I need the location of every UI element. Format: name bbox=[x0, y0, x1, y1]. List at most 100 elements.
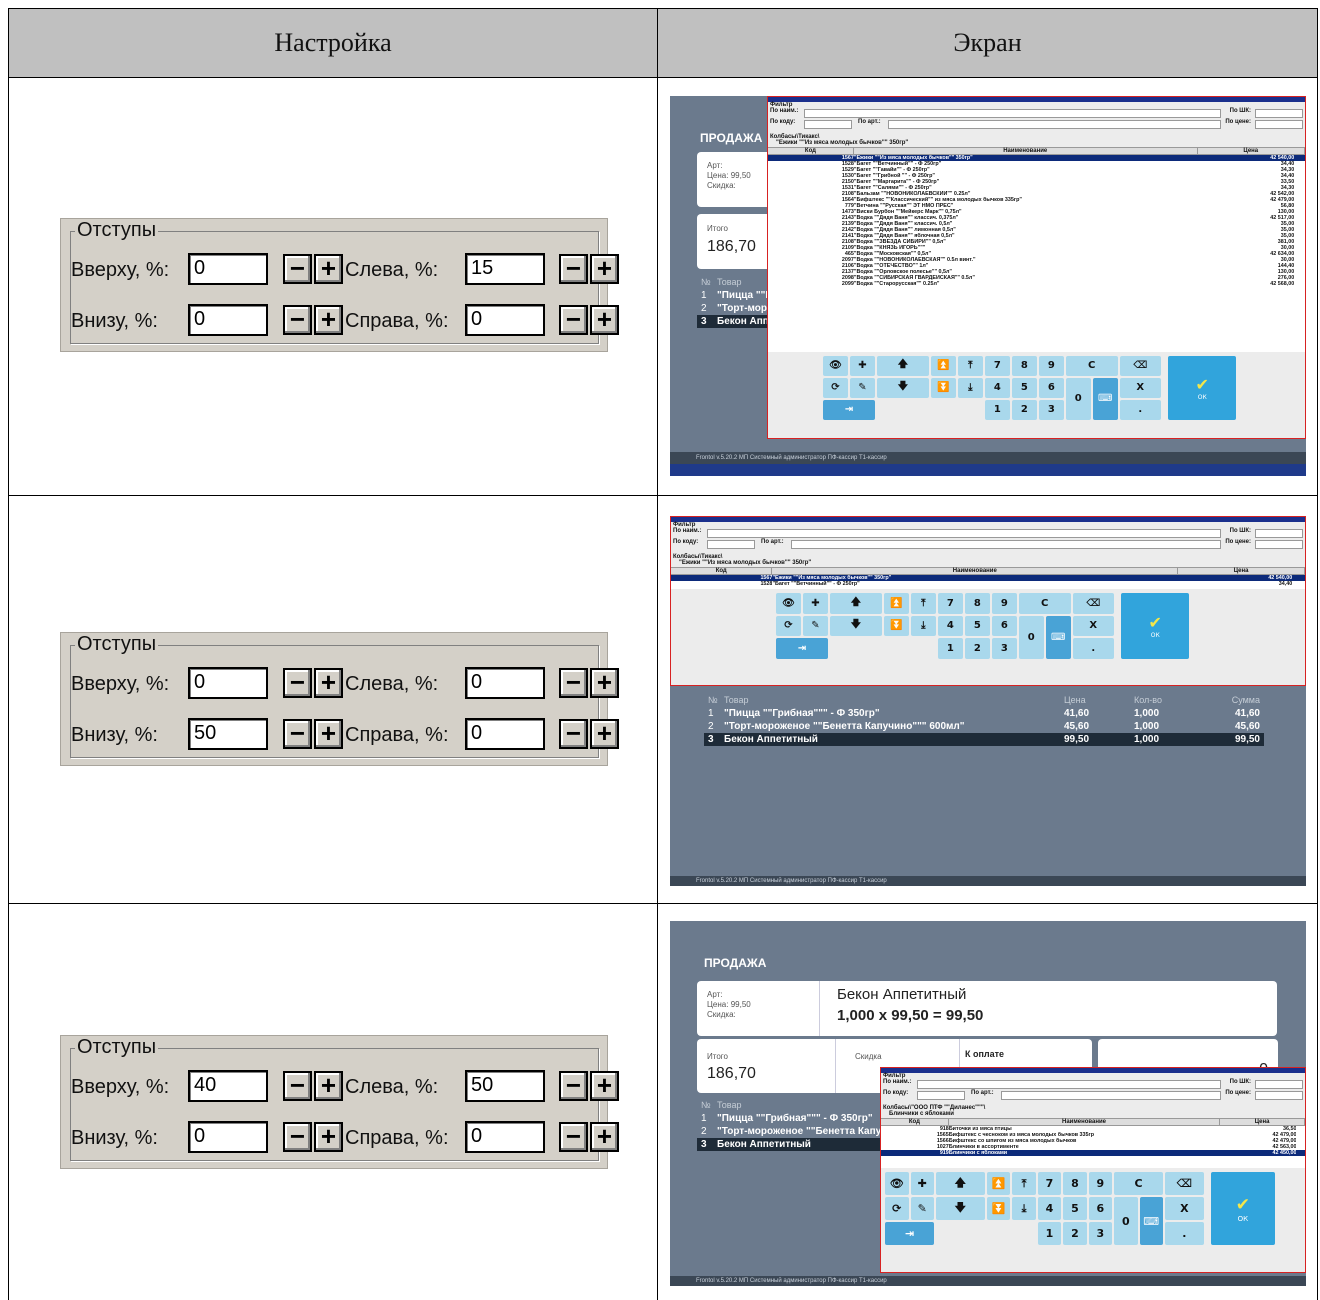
plus-button[interactable]: ✚ bbox=[803, 593, 828, 614]
plus-button[interactable]: ✚ bbox=[910, 1172, 934, 1195]
key-9[interactable]: 9 bbox=[1088, 1172, 1113, 1195]
price-filter-input[interactable] bbox=[1255, 120, 1303, 129]
eye-button[interactable]: 👁 bbox=[776, 593, 801, 614]
name-filter-input[interactable] bbox=[707, 529, 1221, 538]
left-stepper[interactable]: − + bbox=[559, 668, 619, 698]
eye-button[interactable]: 👁 bbox=[823, 356, 848, 376]
plus-button[interactable]: + bbox=[314, 719, 343, 749]
key-1[interactable]: 1 bbox=[937, 638, 963, 659]
plus-button[interactable]: + bbox=[314, 305, 343, 335]
plus-button[interactable]: + bbox=[314, 254, 343, 284]
right-stepper[interactable]: − + bbox=[559, 1122, 619, 1152]
minus-button[interactable]: − bbox=[283, 305, 312, 335]
minus-button[interactable]: − bbox=[559, 1071, 588, 1101]
bottom-input[interactable]: 0 bbox=[188, 304, 268, 336]
ok-button[interactable]: ✔ ОК bbox=[1210, 1172, 1275, 1245]
arrow-up-button[interactable]: 🡅 bbox=[876, 356, 929, 376]
table-row[interactable]: 3 Бекон Аппетитный 99,50 1,000 99,50 bbox=[704, 733, 1264, 746]
table-row[interactable]: 1 "Пицца ""Грибная""" - Ф 350гр" 41,60 1,00… bbox=[704, 707, 1264, 720]
arrow-up-button[interactable]: 🡅 bbox=[935, 1172, 985, 1195]
key-x[interactable]: X bbox=[1072, 615, 1114, 636]
key-x[interactable]: X bbox=[1165, 1197, 1204, 1220]
name-filter-input[interactable] bbox=[804, 109, 1221, 118]
edit-button[interactable]: ✎ bbox=[803, 615, 828, 636]
key-6[interactable]: 6 bbox=[1088, 1197, 1113, 1220]
key-9[interactable]: 9 bbox=[991, 593, 1017, 614]
table-row[interactable]: 919 Блинчики с яблоками 42 450,00 bbox=[881, 1150, 1305, 1156]
top-stepper[interactable]: − + bbox=[283, 1071, 343, 1101]
art-filter-input[interactable] bbox=[791, 540, 1221, 549]
key-3[interactable]: 3 bbox=[991, 638, 1017, 659]
key-4[interactable]: 4 bbox=[984, 377, 1010, 398]
key-dot[interactable]: . bbox=[1165, 1222, 1204, 1245]
plus-button[interactable]: + bbox=[314, 1122, 343, 1152]
key-dot[interactable]: . bbox=[1072, 638, 1114, 659]
exit-button[interactable]: ⇥ bbox=[885, 1222, 934, 1245]
key-8[interactable]: 8 bbox=[1011, 356, 1037, 376]
table-row[interactable]: 1528 "Багет ""Ветчинный"" - Ф 250гр" 34,40 bbox=[671, 581, 1305, 587]
barcode-filter-input[interactable] bbox=[1255, 529, 1303, 538]
exit-button[interactable]: ⇥ bbox=[823, 399, 875, 420]
table-row[interactable]: 2099 "Водка ""Старорусская"" 0.25л" 42 568… bbox=[768, 281, 1305, 287]
key-6[interactable]: 6 bbox=[1038, 377, 1064, 398]
arrow-down-button[interactable]: 🡇 bbox=[935, 1197, 985, 1220]
bottom-stepper[interactable]: − + bbox=[283, 719, 343, 749]
left-input[interactable]: 15 bbox=[465, 253, 545, 285]
home-button[interactable]: ⤒ bbox=[910, 593, 936, 614]
minus-button[interactable]: − bbox=[559, 1122, 588, 1152]
ok-button[interactable]: ✔ ОК bbox=[1168, 356, 1237, 420]
key-c[interactable]: C bbox=[1018, 593, 1071, 614]
plus-button[interactable]: + bbox=[590, 254, 619, 284]
backspace-button[interactable]: ⌫ bbox=[1119, 356, 1161, 376]
plus-button[interactable]: ✚ bbox=[850, 356, 875, 376]
backspace-button[interactable]: ⌫ bbox=[1072, 593, 1114, 614]
arrow-down-button[interactable]: 🡇 bbox=[876, 377, 929, 398]
keyboard-button[interactable]: ⌨ bbox=[1092, 377, 1118, 420]
bottom-stepper[interactable]: − + bbox=[283, 1122, 343, 1152]
left-input[interactable]: 50 bbox=[465, 1070, 545, 1102]
key-2[interactable]: 2 bbox=[964, 638, 990, 659]
refresh-button[interactable]: ⟳ bbox=[776, 615, 801, 636]
end-button[interactable]: ⤓ bbox=[910, 615, 936, 636]
left-stepper[interactable]: − + bbox=[559, 1071, 619, 1101]
code-filter-input[interactable] bbox=[804, 120, 852, 129]
key-3[interactable]: 3 bbox=[1088, 1222, 1113, 1245]
right-stepper[interactable]: − + bbox=[559, 305, 619, 335]
key-7[interactable]: 7 bbox=[937, 593, 963, 614]
top-input[interactable]: 0 bbox=[188, 667, 268, 699]
key-dot[interactable]: . bbox=[1119, 399, 1161, 420]
minus-button[interactable]: − bbox=[283, 1071, 312, 1101]
table-row[interactable]: 2"Торт-мороженое ""Бенетта Капучино""" 6… bbox=[704, 720, 1264, 733]
top-stepper[interactable]: − + bbox=[283, 254, 343, 284]
key-1[interactable]: 1 bbox=[984, 399, 1010, 420]
key-9[interactable]: 9 bbox=[1038, 356, 1064, 376]
bottom-input[interactable]: 50 bbox=[188, 718, 268, 750]
top-input[interactable]: 0 bbox=[188, 253, 268, 285]
minus-button[interactable]: − bbox=[559, 668, 588, 698]
key-4[interactable]: 4 bbox=[1037, 1197, 1062, 1220]
key-c[interactable]: C bbox=[1065, 356, 1118, 376]
art-filter-input[interactable] bbox=[888, 120, 1221, 129]
left-stepper[interactable]: − + bbox=[559, 254, 619, 284]
backspace-button[interactable]: ⌫ bbox=[1165, 1172, 1204, 1195]
bottom-input[interactable]: 0 bbox=[188, 1121, 268, 1153]
refresh-button[interactable]: ⟳ bbox=[823, 377, 848, 398]
left-input[interactable]: 0 bbox=[465, 667, 545, 699]
top-input[interactable]: 40 bbox=[188, 1070, 268, 1102]
bottom-stepper[interactable]: − + bbox=[283, 305, 343, 335]
plus-button[interactable]: + bbox=[590, 719, 619, 749]
plus-button[interactable]: + bbox=[314, 668, 343, 698]
right-input[interactable]: 0 bbox=[465, 304, 545, 336]
right-input[interactable]: 0 bbox=[465, 718, 545, 750]
ok-button[interactable]: ✔ ОК bbox=[1121, 593, 1190, 659]
refresh-button[interactable]: ⟳ bbox=[885, 1197, 909, 1220]
key-8[interactable]: 8 bbox=[1063, 1172, 1087, 1195]
art-filter-input[interactable] bbox=[1001, 1091, 1221, 1100]
key-2[interactable]: 2 bbox=[1011, 399, 1037, 420]
keyboard-button[interactable]: ⌨ bbox=[1045, 615, 1071, 659]
minus-button[interactable]: − bbox=[559, 305, 588, 335]
key-7[interactable]: 7 bbox=[1037, 1172, 1062, 1195]
end-button[interactable]: ⤓ bbox=[1012, 1197, 1036, 1220]
key-c[interactable]: C bbox=[1114, 1172, 1163, 1195]
home-button[interactable]: ⤒ bbox=[957, 356, 983, 376]
